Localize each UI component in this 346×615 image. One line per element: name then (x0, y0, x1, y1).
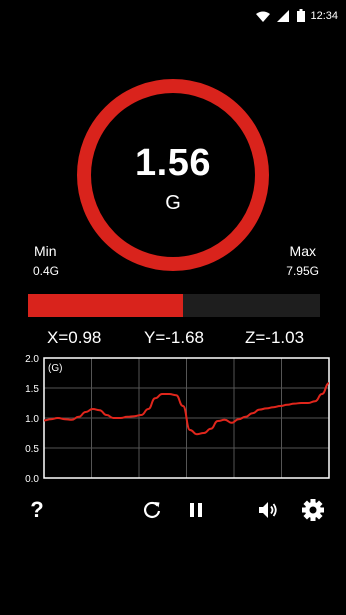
pause-button[interactable] (183, 497, 209, 523)
pause-icon (190, 503, 202, 517)
volume-icon (259, 502, 277, 518)
min-label: Min (34, 243, 57, 259)
gear-icon (302, 499, 324, 521)
graph-y-tick-label: 0.0 (25, 474, 39, 485)
sound-button[interactable] (256, 497, 282, 523)
y-axis-readout: Y=-1.68 (144, 328, 205, 347)
battery-icon (297, 9, 305, 22)
min-value: 0.4G (33, 264, 60, 278)
graph-y-ticks: 0.0 0.5 1.0 1.5 2.0 (25, 354, 39, 485)
status-time: 12:34 (310, 10, 338, 22)
z-axis-readout: Z=-1.03 (245, 328, 305, 347)
max-label: Max (289, 243, 316, 259)
reading-value: 1.56 (135, 142, 211, 184)
level-bar (28, 294, 320, 317)
status-bar: 12:34 (0, 0, 346, 32)
reading-unit: G (165, 192, 181, 214)
wifi-icon (256, 11, 270, 22)
graph-y-tick-label: 0.5 (25, 444, 39, 455)
refresh-button[interactable] (139, 497, 165, 523)
history-graph: 0.0 0.5 1.0 1.5 2.0 (G) (25, 354, 330, 485)
help-button[interactable]: ? (24, 497, 50, 523)
graph-y-tick-label: 1.5 (25, 384, 39, 395)
max-value: 7.95G (286, 264, 319, 278)
level-fill (28, 294, 183, 317)
signal-icon (277, 10, 289, 22)
graph-y-tick-label: 1.0 (25, 414, 39, 425)
graph-unit-label: (G) (48, 363, 62, 374)
refresh-icon (143, 501, 161, 518)
x-axis-readout: X=0.98 (47, 328, 102, 347)
graph-y-tick-label: 2.0 (25, 354, 39, 365)
settings-button[interactable] (300, 497, 326, 523)
